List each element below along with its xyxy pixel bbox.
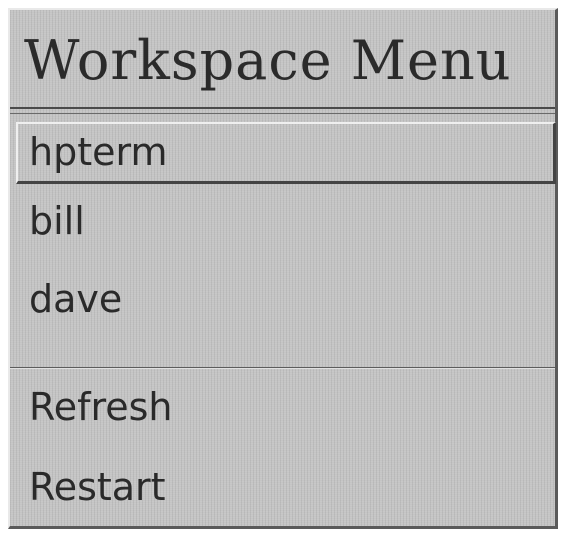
menu-item-bill[interactable]: bill bbox=[16, 192, 556, 254]
title-separator-secondary bbox=[10, 113, 555, 114]
menu-divider bbox=[10, 367, 555, 369]
menu-item-dave[interactable]: dave bbox=[16, 270, 556, 332]
menu-title: Workspace Menu bbox=[24, 29, 512, 92]
workspace-menu: Workspace Menu hpterm bill dave Refresh … bbox=[8, 8, 558, 529]
title-separator bbox=[10, 107, 555, 109]
menu-item-hpterm[interactable]: hpterm bbox=[16, 122, 556, 184]
menu-item-restart[interactable]: Restart bbox=[16, 458, 556, 520]
menu-item-refresh[interactable]: Refresh bbox=[16, 378, 556, 440]
